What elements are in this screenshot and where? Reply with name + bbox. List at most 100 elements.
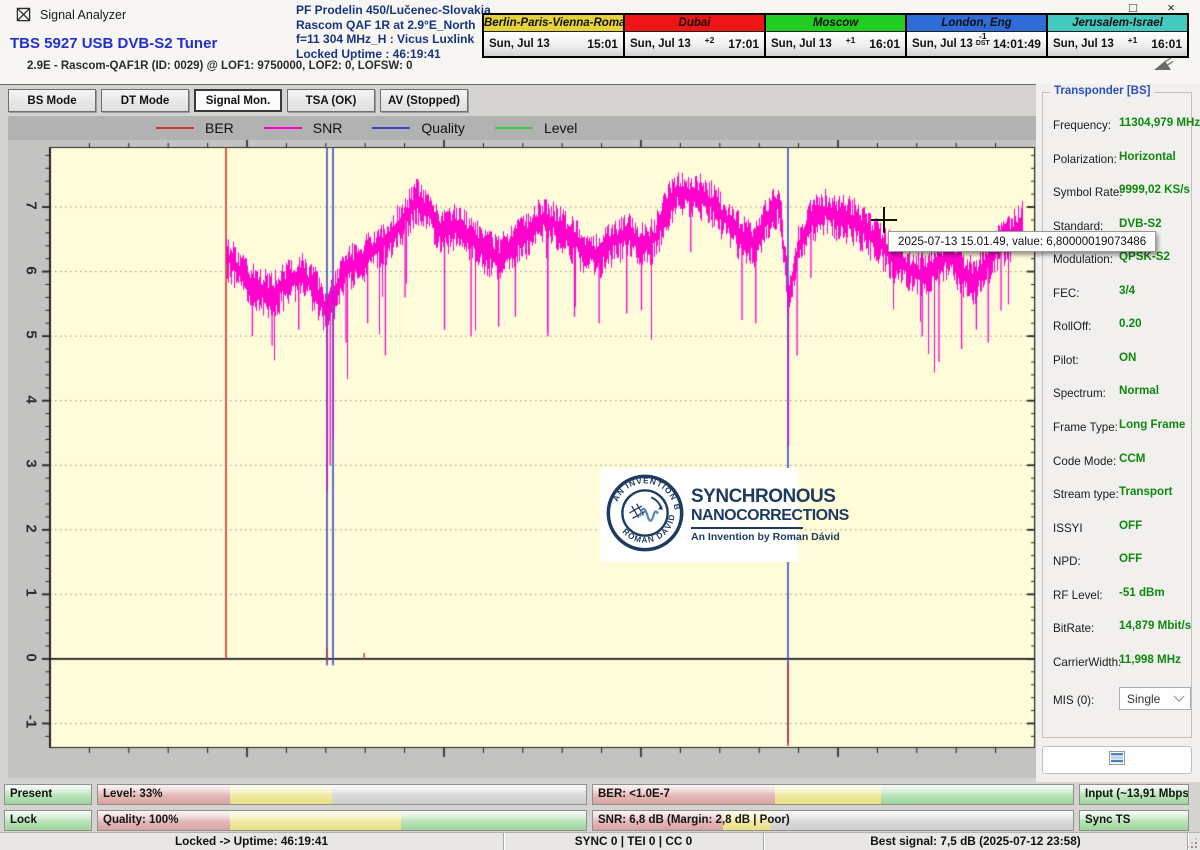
mis-selected-value: Single bbox=[1127, 692, 1160, 706]
field-value: DVB-S2 bbox=[1119, 217, 1162, 230]
mis-select[interactable]: Single bbox=[1119, 687, 1191, 710]
stream-list-button[interactable] bbox=[1042, 746, 1192, 774]
clock-time-row: Sun, Jul 1315:01 bbox=[484, 32, 623, 56]
field-label: Modulation: bbox=[1053, 253, 1113, 266]
clock-utc-offset: +1 bbox=[846, 37, 856, 44]
y-axis-label: 7 bbox=[23, 196, 40, 216]
tab-bs-mode[interactable]: BS Mode bbox=[8, 89, 96, 112]
site-line: Locked Uptime : 46:19:41 bbox=[296, 47, 491, 62]
transponder-row-modulation: Modulation: QPSK-S2 bbox=[1053, 250, 1187, 264]
meter-snr-6-8-db-margin-2-8-db-poor: SNR: 6,8 dB (Margin: 2,8 dB | Poor) bbox=[592, 810, 1074, 831]
meter-row: Lock Quality: 100% SNR: 6,8 dB (Margin: 2,… bbox=[0, 810, 1200, 831]
meter-label: Present bbox=[10, 785, 52, 803]
legend-item-snr: SNR bbox=[264, 120, 343, 136]
clock-city-label: Jerusalem-Israel bbox=[1048, 15, 1187, 32]
legend-label: Level bbox=[544, 120, 577, 136]
statusbar-section-1: SYNC 0 | TEI 0 | CC 0 bbox=[504, 833, 764, 850]
transponder-groupbox: Transponder [BS] Frequency:11304,979 MHz… bbox=[1042, 92, 1192, 738]
clock-city-label: London, Eng bbox=[907, 15, 1046, 32]
meter-label: SNR: 6,8 dB (Margin: 2,8 dB | Poor) bbox=[598, 811, 790, 829]
clock-time: 16:01 bbox=[1151, 37, 1182, 51]
field-label: BitRate: bbox=[1053, 622, 1094, 635]
field-label: Spectrum: bbox=[1053, 387, 1106, 400]
field-value: 11304,979 MHz bbox=[1119, 116, 1200, 129]
transponder-row-carrierwidth: CarrierWidth:11,998 MHz bbox=[1053, 653, 1187, 667]
meter-row: PresentLevel: 33%BER: <1.0E-7Input (~13,… bbox=[0, 784, 1200, 805]
field-value: -51 dBm bbox=[1119, 586, 1165, 599]
mis-row: MIS (0): Single bbox=[1053, 691, 1183, 715]
clock-utc-offset: +1 bbox=[1128, 37, 1138, 44]
legend-item-level: Level bbox=[495, 120, 577, 136]
field-label: Code Mode: bbox=[1053, 455, 1116, 468]
clock-time-row: Sun, Jul 13+217:01 bbox=[625, 32, 764, 56]
resize-grip[interactable] bbox=[1188, 837, 1198, 849]
meter-segment-green bbox=[401, 811, 586, 830]
mis-label: MIS (0): bbox=[1053, 694, 1094, 707]
tab-bar: BS ModeDT ModeSignal Mon.TSA (OK)AV (Sto… bbox=[0, 85, 1200, 114]
field-value: OFF bbox=[1119, 519, 1142, 532]
header: Signal Analyzer □ × PF Prodelin 450/Luče… bbox=[0, 0, 1200, 85]
field-value: Horizontal bbox=[1119, 150, 1176, 163]
site-line: PF Prodelin 450/Lučenec-Slovakia bbox=[296, 3, 491, 18]
site-info: PF Prodelin 450/Lučenec-Slovakia Rascom … bbox=[296, 3, 491, 61]
tab-av-stopped[interactable]: AV (Stopped) bbox=[380, 89, 468, 112]
clock-london-eng: London, EngSun, Jul 13-1DST14:01:49 bbox=[905, 13, 1048, 58]
tab-dt-mode[interactable]: DT Mode bbox=[101, 89, 189, 112]
status-meters: PresentLevel: 33%BER: <1.0E-7Input (~13,… bbox=[0, 784, 1200, 836]
transponder-row-polarization: Polarization:Horizontal bbox=[1053, 150, 1187, 164]
y-axis-label: 3 bbox=[23, 454, 40, 474]
transponder-row-npd: NPD:OFF bbox=[1053, 552, 1187, 566]
meter-ber-1-0e-7: BER: <1.0E-7 bbox=[592, 784, 1074, 805]
legend-label: Quality bbox=[421, 120, 465, 136]
meter-sync-ts: Sync TS bbox=[1079, 810, 1189, 831]
clock-date: Sun, Jul 13 bbox=[630, 38, 691, 50]
window-title: Signal Analyzer bbox=[40, 8, 126, 22]
site-line: Rascom QAF 1R at 2.9°E_North bbox=[296, 18, 491, 33]
transponder-row-fec: FEC:3/4 bbox=[1053, 284, 1187, 298]
meter-label: Level: 33% bbox=[103, 785, 162, 803]
chevron-down-icon bbox=[1173, 690, 1184, 701]
field-value: OFF bbox=[1119, 552, 1142, 565]
chart-legend: BERSNRQualityLevel bbox=[8, 116, 1036, 140]
transponder-row-stream-type: Stream type:Transport bbox=[1053, 485, 1187, 499]
transponder-row-rolloff: RollOff: 0.20 bbox=[1053, 317, 1187, 331]
clock-date: Sun, Jul 13 bbox=[912, 38, 973, 50]
statusbar-section-0: Locked -> Uptime: 46:19:41 bbox=[0, 833, 504, 850]
field-label: Pilot: bbox=[1053, 354, 1079, 367]
meter-quality-100: Quality: 100% bbox=[97, 810, 587, 831]
crosshair-cursor bbox=[871, 207, 897, 233]
field-label: RollOff: bbox=[1053, 320, 1091, 333]
y-axis-label: 2 bbox=[23, 518, 40, 538]
watermark-line2: NANOCORRECTIONS bbox=[691, 507, 849, 524]
clock-utc-offset: -1DST bbox=[976, 33, 990, 47]
watermark-line1: SYNCHRONOUS bbox=[691, 487, 849, 507]
field-label: ISSYI bbox=[1053, 522, 1083, 535]
field-label: Stream type: bbox=[1053, 488, 1119, 501]
field-value: 11,998 MHz bbox=[1119, 653, 1181, 666]
transponder-row-issyi: ISSYI OFF bbox=[1053, 519, 1187, 533]
meter-level-33: Level: 33% bbox=[97, 784, 587, 805]
field-label: RF Level: bbox=[1053, 589, 1103, 602]
meter-segment-yellow bbox=[230, 811, 401, 830]
clock-offset-value: +1 bbox=[1128, 37, 1138, 44]
tab-signal-mon[interactable]: Signal Mon. bbox=[194, 89, 282, 112]
clock-offset-note: DST bbox=[976, 40, 990, 47]
transponder-row-rf-level: RF Level: -51 dBm bbox=[1053, 586, 1187, 600]
legend-item-quality: Quality bbox=[372, 120, 465, 136]
legend-label: SNR bbox=[313, 120, 343, 136]
clock-time: 16:01 bbox=[869, 37, 900, 51]
tab-tsa-ok[interactable]: TSA (OK) bbox=[287, 89, 375, 112]
field-value: QPSK-S2 bbox=[1119, 250, 1170, 263]
meter-label: Lock bbox=[10, 811, 37, 829]
meter-present: Present bbox=[4, 784, 92, 805]
legend-swatch bbox=[264, 127, 302, 129]
field-label: Frequency: bbox=[1053, 119, 1111, 132]
clock-moscow: MoscowSun, Jul 13+116:01 bbox=[764, 13, 907, 58]
clock-offset-value: -1 bbox=[976, 33, 990, 40]
legend-swatch bbox=[372, 127, 410, 129]
field-value: 0.20 bbox=[1119, 317, 1142, 330]
field-value: Transport bbox=[1119, 485, 1172, 498]
clock-time: 15:01 bbox=[587, 37, 618, 51]
transponder-title: Transponder [BS] bbox=[1050, 85, 1154, 97]
field-label: CarrierWidth: bbox=[1053, 656, 1121, 669]
